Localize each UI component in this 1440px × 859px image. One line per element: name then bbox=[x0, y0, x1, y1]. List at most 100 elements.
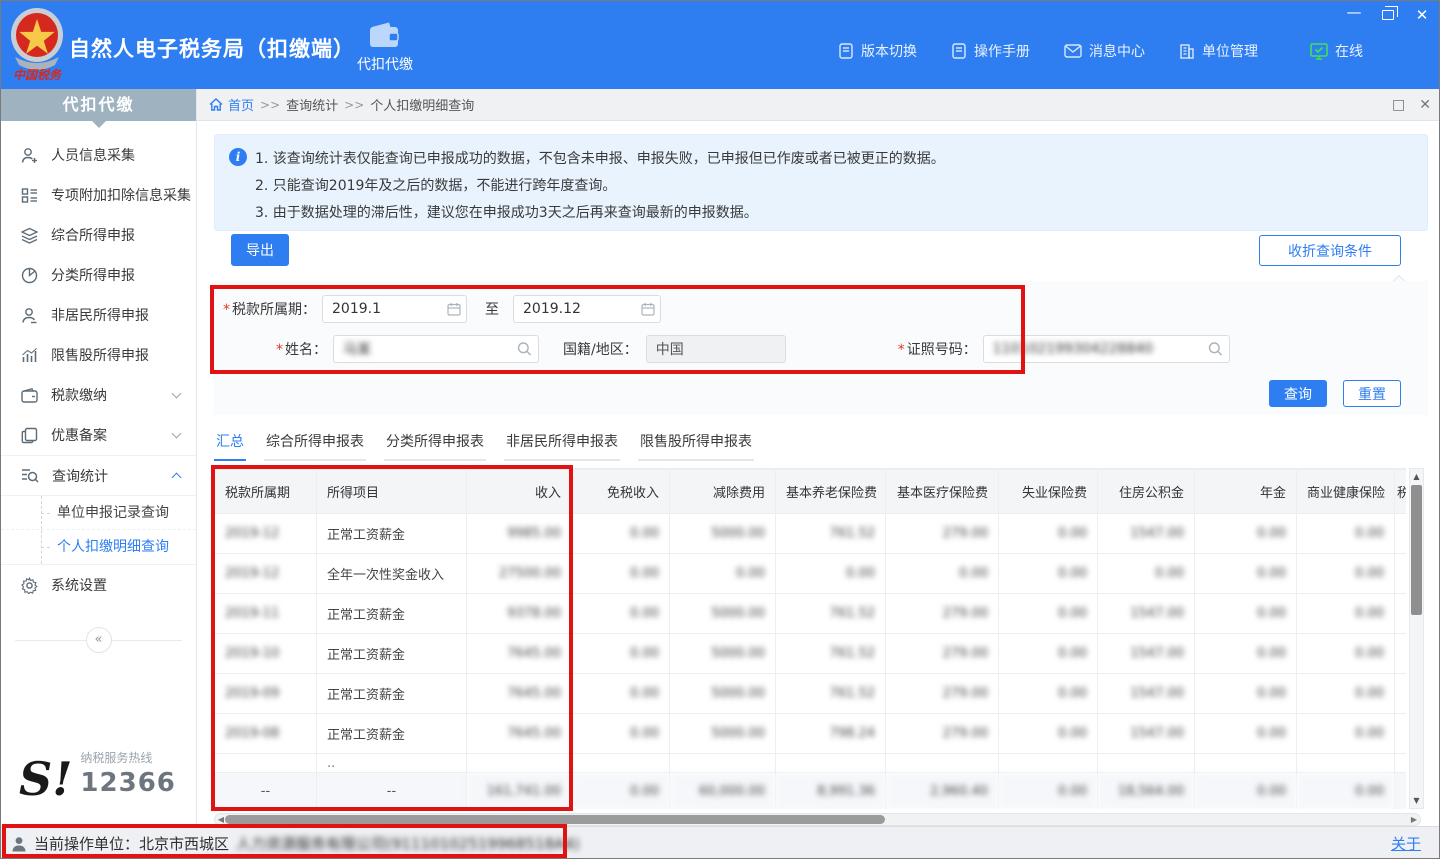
table-cell: 0.00 bbox=[670, 554, 776, 594]
period-end-input[interactable]: 2019.12 bbox=[513, 295, 661, 323]
menu-online-status[interactable]: 在线 bbox=[1310, 41, 1363, 61]
tab-nonresident-income[interactable]: 非居民所得申报表 bbox=[504, 425, 620, 461]
application-window: 中国税务 自然人电子税务局（扣缴端） 代扣代缴 版本切换 操作手册 消息中心 bbox=[0, 0, 1440, 859]
scroll-right-arrow[interactable]: ▶ bbox=[1409, 814, 1419, 825]
table-row[interactable]: 2019-09正常工资薪金7645.000.005000.00761.52279… bbox=[215, 674, 1407, 714]
menu-label: 在线 bbox=[1335, 41, 1363, 61]
close-pane-button[interactable]: ✕ bbox=[1419, 97, 1431, 113]
titlebar: 中国税务 自然人电子税务局（扣缴端） 代扣代缴 版本切换 操作手册 消息中心 bbox=[1, 1, 1440, 89]
sidebar-menu: 人员信息采集 专项附加扣除信息采集 综合所得申报 分类所得申报 非居民所得申报 … bbox=[1, 135, 196, 653]
table-cell: 279.00 bbox=[886, 674, 999, 714]
vertical-scroll-thumb[interactable] bbox=[1411, 485, 1422, 615]
table-cell: 7645.00 bbox=[467, 674, 572, 714]
table-cell: 2019-12 bbox=[215, 514, 317, 554]
export-button[interactable]: 导出 bbox=[231, 234, 289, 266]
sidebar-item-system-settings[interactable]: 系统设置 bbox=[1, 565, 196, 605]
table-cell: 5000.00 bbox=[670, 714, 776, 754]
menu-version-switch[interactable]: 版本切换 bbox=[838, 41, 917, 61]
bar-chart-icon bbox=[21, 347, 38, 364]
scroll-down-arrow[interactable]: ▼ bbox=[1410, 794, 1423, 807]
sidebar-item-restricted-stock[interactable]: 限售股所得申报 bbox=[1, 335, 196, 375]
sidebar-item-label: 人员信息采集 bbox=[51, 145, 135, 165]
tab-restricted-stock[interactable]: 限售股所得申报表 bbox=[638, 425, 754, 461]
horizontal-scrollbar[interactable]: ◀ ▶ bbox=[214, 813, 1421, 826]
table-row[interactable]: 2019-08正常工资薪金7645.000.005000.00798.24279… bbox=[215, 714, 1407, 754]
scroll-up-arrow[interactable]: ▲ bbox=[1410, 470, 1423, 483]
table-cell: 0.00 bbox=[572, 634, 670, 674]
col-header: 商业健康保险 bbox=[1297, 470, 1395, 514]
table-cell: 0.00 bbox=[886, 554, 999, 594]
online-monitor-icon bbox=[1310, 43, 1328, 60]
search-icon[interactable] bbox=[1208, 342, 1223, 357]
required-asterisk: * bbox=[223, 302, 230, 318]
table-cell: 279.00 bbox=[886, 634, 999, 674]
sidebar-item-classified-income[interactable]: 分类所得申报 bbox=[1, 255, 196, 295]
vertical-scrollbar[interactable]: ▲ ▼ bbox=[1409, 468, 1424, 809]
sidebar-item-nonresident-income[interactable]: 非居民所得申报 bbox=[1, 295, 196, 335]
period-to-label: 至 bbox=[485, 299, 499, 319]
minimize-button[interactable]: — bbox=[1343, 5, 1365, 25]
sidebar-subitem-unit-declaration-query[interactable]: 单位申报记录查询 bbox=[1, 496, 196, 530]
menu-unit-management[interactable]: 单位管理 bbox=[1179, 41, 1258, 61]
sidebar-item-tax-payment[interactable]: 税款缴纳 bbox=[1, 375, 196, 415]
sidebar-item-comprehensive-income[interactable]: 综合所得申报 bbox=[1, 215, 196, 255]
required-asterisk: * bbox=[898, 342, 905, 358]
table-cell bbox=[1098, 754, 1195, 773]
search-icon[interactable] bbox=[517, 342, 532, 357]
table-cell bbox=[1395, 773, 1407, 810]
sidebar-subitem-personal-withholding-query[interactable]: 个人扣缴明细查询 bbox=[1, 530, 196, 564]
svg-text:中国税务: 中国税务 bbox=[13, 68, 63, 82]
name-input[interactable]: 马某 bbox=[333, 335, 539, 363]
calendar-icon[interactable] bbox=[641, 302, 655, 316]
horizontal-scroll-thumb[interactable] bbox=[225, 815, 885, 824]
restore-button[interactable] bbox=[1377, 5, 1399, 25]
table-row[interactable]: 2019-11正常工资薪金9378.000.005000.00761.52279… bbox=[215, 594, 1407, 634]
close-button[interactable]: ✕ bbox=[1411, 5, 1433, 25]
period-start-input[interactable]: 2019.1 bbox=[322, 295, 467, 323]
table-cell: 0.00 bbox=[572, 594, 670, 634]
notice-line: 3. 由于数据处理的滞后性，建议您在申报成功3天之后再来查询最新的申报数据。 bbox=[255, 200, 1413, 227]
table-row[interactable]: 2019-12全年一次性奖金收入27500.000.000.000.000.00… bbox=[215, 554, 1407, 594]
collapse-query-button[interactable]: 收折查询条件 bbox=[1259, 235, 1401, 266]
menu-message-center[interactable]: 消息中心 bbox=[1064, 41, 1145, 61]
sidebar-item-personnel-info[interactable]: 人员信息采集 bbox=[1, 135, 196, 175]
table-cell bbox=[886, 754, 999, 773]
table-row[interactable]: 2019-12正常工资薪金9985.000.005000.00761.52279… bbox=[215, 514, 1407, 554]
menu-operation-manual[interactable]: 操作手册 bbox=[951, 41, 1030, 61]
sidebar-item-preferential-filing[interactable]: 优惠备案 bbox=[1, 415, 196, 455]
menu-label: 版本切换 bbox=[861, 41, 917, 61]
table-row[interactable]: ----161,741.000.0060,000.008,991.362,960… bbox=[215, 773, 1407, 810]
breadcrumb: 首页 >> 查询统计 >> 个人扣缴明细查询 □ ✕ bbox=[197, 89, 1440, 121]
breadcrumb-level1[interactable]: 查询统计 bbox=[286, 95, 338, 114]
id-number-input[interactable]: 110102199304228840 bbox=[983, 335, 1230, 363]
sidebar-item-label: 综合所得申报 bbox=[51, 225, 135, 245]
breadcrumb-home[interactable]: 首页 bbox=[209, 95, 254, 114]
reset-button[interactable]: 重置 bbox=[1343, 380, 1401, 407]
sidebar-collapse-button[interactable]: « bbox=[86, 627, 112, 653]
about-link[interactable]: 关于 bbox=[1391, 833, 1421, 854]
table-cell: 0.00 bbox=[1195, 714, 1297, 754]
table-cell: 279.00 bbox=[886, 714, 999, 754]
table-cell: 2019-08 bbox=[215, 714, 317, 754]
table-row[interactable]: .. bbox=[215, 754, 1407, 773]
table-cell: 161,741.00 bbox=[467, 773, 572, 810]
tab-withholding-module[interactable]: 代扣代缴 bbox=[341, 15, 429, 81]
tab-classified-income[interactable]: 分类所得申报表 bbox=[384, 425, 486, 461]
name-label: *姓名： bbox=[276, 339, 327, 359]
col-header: 所得项目 bbox=[317, 470, 467, 514]
table-cell: 0.00 bbox=[999, 554, 1098, 594]
tab-comprehensive-income[interactable]: 综合所得申报表 bbox=[264, 425, 366, 461]
tab-summary[interactable]: 汇总 bbox=[214, 425, 246, 461]
table-cell: 60,000.00 bbox=[670, 773, 776, 810]
table-row[interactable]: 2019-10正常工资薪金7645.000.005000.00761.52279… bbox=[215, 634, 1407, 674]
breadcrumb-separator: >> bbox=[344, 98, 364, 112]
table-cell: 5000.00 bbox=[670, 514, 776, 554]
calendar-icon[interactable] bbox=[447, 302, 461, 316]
search-button[interactable]: 查询 bbox=[1269, 380, 1327, 407]
notice-line: 2. 只能查询2019年及之后的数据，不能进行跨年度查询。 bbox=[255, 173, 1413, 200]
gear-icon bbox=[21, 577, 38, 594]
table-cell: 全年一次性奖金收入 bbox=[317, 554, 467, 594]
maximize-pane-button[interactable]: □ bbox=[1392, 97, 1405, 113]
sidebar-item-query-statistics[interactable]: 查询统计 bbox=[1, 455, 196, 495]
sidebar-item-special-deduction[interactable]: 专项附加扣除信息采集 bbox=[1, 175, 196, 215]
